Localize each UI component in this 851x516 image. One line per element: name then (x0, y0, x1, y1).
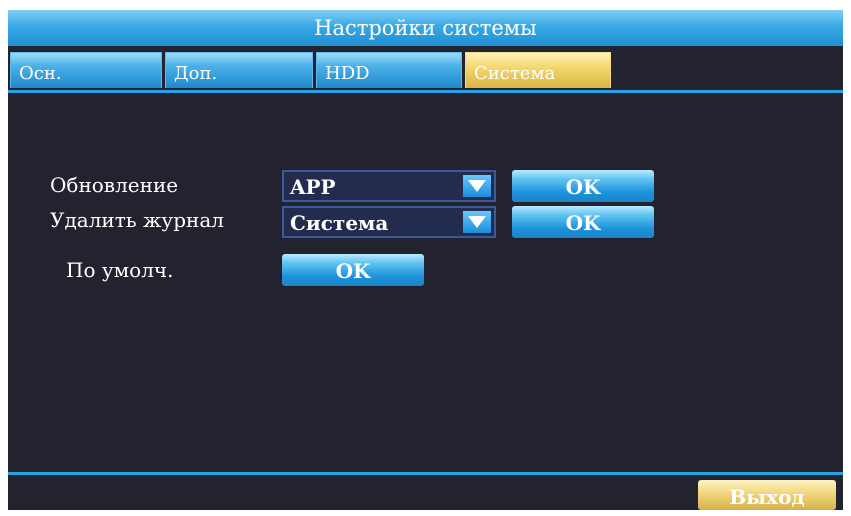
tab-divider (8, 90, 843, 93)
window-title: Настройки системы (8, 10, 843, 46)
delete-log-ok-button[interactable]: OK (512, 206, 654, 238)
tab-bar: Осн. Доп. HDD Система (8, 46, 843, 92)
update-label: Обновление (50, 173, 179, 197)
chevron-down-icon[interactable] (463, 211, 491, 233)
dvr-system-settings-screen: Настройки системы Осн. Доп. HDD Система … (8, 10, 843, 510)
update-source-dropdown[interactable]: APP (282, 170, 496, 202)
defaults-ok-button[interactable]: OK (282, 254, 424, 286)
tab-basic[interactable]: Осн. (10, 52, 162, 88)
tab-advanced[interactable]: Доп. (165, 52, 313, 88)
chevron-down-icon[interactable] (463, 175, 491, 197)
delete-log-label: Удалить журнал (50, 208, 224, 232)
footer-divider (8, 472, 843, 475)
tab-system[interactable]: Система (465, 52, 611, 88)
exit-button[interactable]: Выход (698, 480, 836, 510)
update-ok-button[interactable]: OK (512, 170, 654, 202)
defaults-label: По умолч. (66, 258, 174, 282)
delete-log-dropdown[interactable]: Система (282, 206, 496, 238)
update-source-value: APP (290, 175, 336, 199)
delete-log-value: Система (290, 211, 389, 235)
tab-hdd[interactable]: HDD (316, 52, 462, 88)
